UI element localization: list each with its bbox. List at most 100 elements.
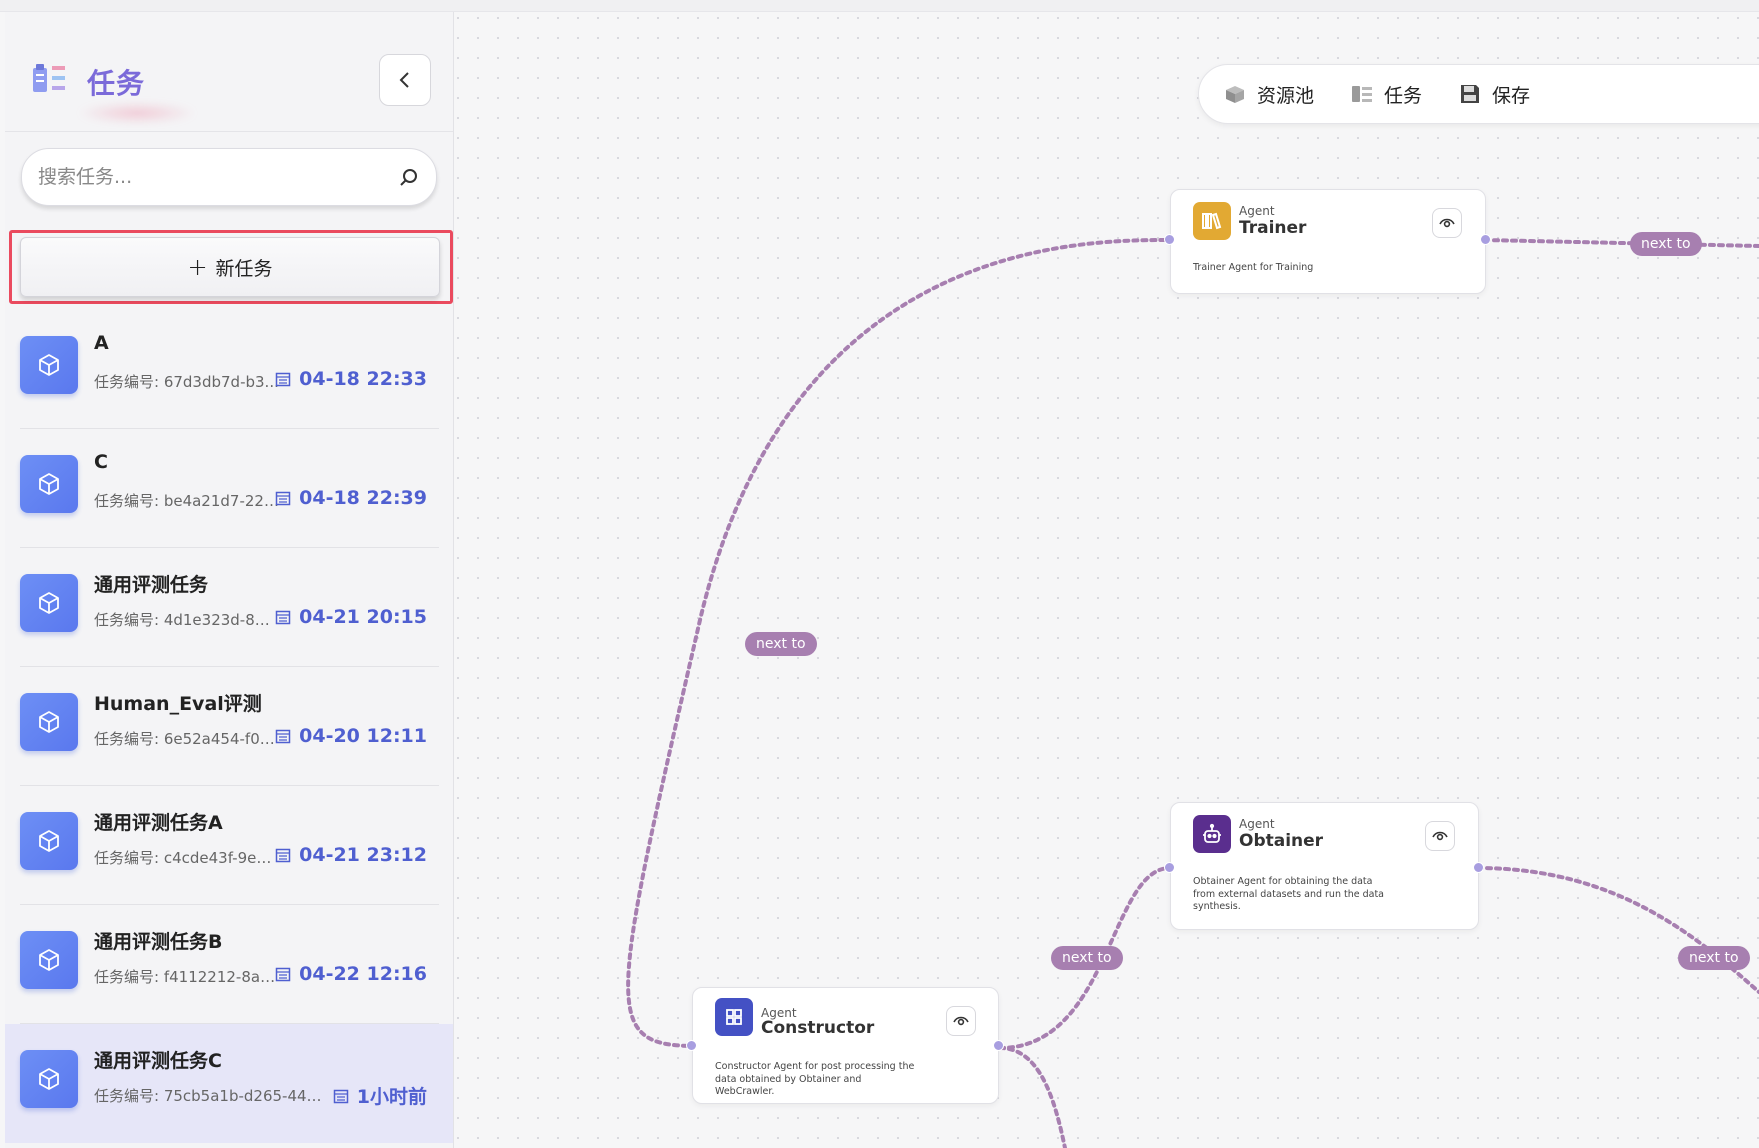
task-item[interactable]: A 任务编号: 67d3db7d-b3... 04-18 22:33 [5, 310, 453, 429]
tasks-button[interactable]: 任务 [1350, 81, 1422, 108]
node-title: Trainer [1239, 218, 1307, 238]
calendar-icon [275, 372, 291, 387]
calendar-icon [275, 491, 291, 506]
node-handle-out[interactable] [1473, 862, 1484, 873]
node-description: Constructor Agent for post processing th… [715, 1061, 915, 1097]
resource-pool-button[interactable]: 资源池 [1223, 81, 1314, 108]
calendar-icon [275, 610, 291, 625]
save-icon [1461, 85, 1480, 103]
canvas-toolbar: 资源池 任务 保存 [1198, 64, 1759, 124]
edge-label: next to [745, 632, 817, 656]
cube-icon [20, 693, 78, 751]
cube-icon [20, 1050, 78, 1108]
task-date-text: 04-18 22:39 [299, 487, 427, 509]
task-date-text: 1小时前 [356, 1086, 427, 1108]
new-task-button[interactable]: + 新任务 [20, 237, 440, 297]
node-handle-out[interactable] [1480, 234, 1491, 245]
task-item[interactable]: C 任务编号: be4a21d7-224... 04-18 22:39 [5, 429, 453, 548]
task-id: 任务编号: be4a21d7-224... [94, 492, 279, 510]
cube-icon [20, 336, 78, 394]
edge-label: next to [1051, 946, 1123, 970]
task-id: 任务编号: f4112212-8a9... [94, 968, 279, 986]
task-date-text: 04-20 12:11 [299, 725, 427, 747]
edge-label: next to [1630, 232, 1702, 256]
top-strip [0, 0, 1759, 12]
task-list: A 任务编号: 67d3db7d-b3... 04-18 22:33 C 任务编… [5, 310, 453, 1143]
node-description: Trainer Agent for Training [1193, 262, 1314, 273]
eye-icon[interactable] [1425, 821, 1455, 851]
task-date: 04-18 22:39 [275, 487, 427, 509]
node-handle-in[interactable] [686, 1040, 697, 1051]
task-sidebar: 任务 + 新任务 A 任务编号: 67d3db7d-b3... 04-18 22… [5, 12, 454, 1148]
node-obtainer[interactable]: Agent Obtainer Obtainer Agent for obtain… [1170, 802, 1479, 930]
task-date: 04-22 12:16 [275, 963, 427, 985]
node-description: Obtainer Agent for obtaining the data fr… [1193, 876, 1384, 912]
task-list-icon [1352, 86, 1373, 102]
task-date: 1小时前 [333, 1082, 427, 1109]
resource-pool-label: 资源池 [1257, 84, 1315, 107]
task-date-text: 04-18 22:33 [299, 368, 427, 390]
task-name: 通用评测任务C [94, 1050, 222, 1072]
task-id: 任务编号: 6e52a454-f07... [94, 730, 279, 748]
node-title: Obtainer [1239, 831, 1324, 851]
cube-icon [20, 931, 78, 989]
task-name: C [94, 451, 108, 473]
new-task-label: 新任务 [215, 257, 273, 280]
search-input[interactable] [38, 166, 398, 188]
edge-label: next to [1678, 946, 1750, 970]
task-item-selected[interactable]: 通用评测任务C 任务编号: 75cb5a1b-d265-44e... 1小时前 [5, 1024, 453, 1143]
plus-icon: + [187, 253, 208, 281]
box-icon [1226, 86, 1244, 103]
task-item[interactable]: 通用评测任务 任务编号: 4d1e323d-839... 04-21 20:15 [5, 548, 453, 667]
grid-icon [715, 998, 753, 1036]
library-icon [1193, 202, 1231, 240]
task-date: 04-18 22:33 [275, 368, 427, 390]
calendar-icon [333, 1089, 349, 1103]
task-item[interactable]: Human_Eval评测 任务编号: 6e52a454-f07... 04-20… [5, 667, 453, 786]
cube-icon [20, 574, 78, 632]
calendar-icon [275, 967, 291, 982]
task-name: Human_Eval评测 [94, 693, 262, 715]
node-type: Agent [1239, 204, 1275, 218]
sidebar-title: 任务 [87, 67, 146, 100]
calendar-icon [275, 848, 291, 863]
node-handle-in[interactable] [1164, 234, 1175, 245]
task-search[interactable] [21, 148, 437, 206]
tasks-label: 任务 [1384, 84, 1423, 107]
calendar-icon [275, 729, 291, 744]
task-date: 04-21 23:12 [275, 844, 427, 866]
task-id: 任务编号: 75cb5a1b-d265-44e... [94, 1087, 324, 1105]
task-id: 任务编号: 67d3db7d-b3... [94, 373, 279, 391]
node-constructor[interactable]: Agent Constructor Constructor Agent for … [692, 987, 999, 1104]
node-handle-out[interactable] [993, 1040, 1004, 1051]
task-item[interactable]: 通用评测任务A 任务编号: c4cde43f-9e51... 04-21 23:… [5, 786, 453, 905]
eye-icon[interactable] [1432, 208, 1462, 238]
task-date: 04-21 20:15 [275, 606, 427, 628]
eye-icon[interactable] [946, 1006, 976, 1036]
node-handle-in[interactable] [1164, 862, 1175, 873]
node-trainer[interactable]: Agent Trainer Trainer Agent for Training [1170, 189, 1486, 294]
task-name: 通用评测任务A [94, 812, 223, 834]
collapse-sidebar-button[interactable] [379, 54, 431, 106]
title-glow [77, 102, 197, 124]
task-id: 任务编号: c4cde43f-9e51... [94, 849, 279, 867]
task-date: 04-20 12:11 [275, 725, 427, 747]
cube-icon [20, 455, 78, 513]
sidebar-header: 任务 [5, 12, 453, 132]
cube-icon [20, 812, 78, 870]
save-button[interactable]: 保存 [1458, 81, 1530, 108]
task-id: 任务编号: 4d1e323d-839... [94, 611, 279, 629]
task-item[interactable]: 通用评测任务B 任务编号: f4112212-8a9... 04-22 12:1… [5, 905, 453, 1024]
task-date-text: 04-21 23:12 [299, 844, 427, 866]
task-logo-icon [33, 64, 65, 92]
task-name: 通用评测任务 [94, 574, 209, 596]
task-date-text: 04-21 20:15 [299, 606, 427, 628]
task-name: A [94, 332, 109, 354]
node-type: Agent [1239, 817, 1275, 831]
search-icon[interactable] [398, 166, 420, 188]
chevron-left-icon [399, 72, 409, 88]
task-date-text: 04-22 12:16 [299, 963, 427, 985]
save-label: 保存 [1492, 84, 1531, 107]
node-title: Constructor [761, 1018, 875, 1038]
task-name: 通用评测任务B [94, 931, 223, 953]
